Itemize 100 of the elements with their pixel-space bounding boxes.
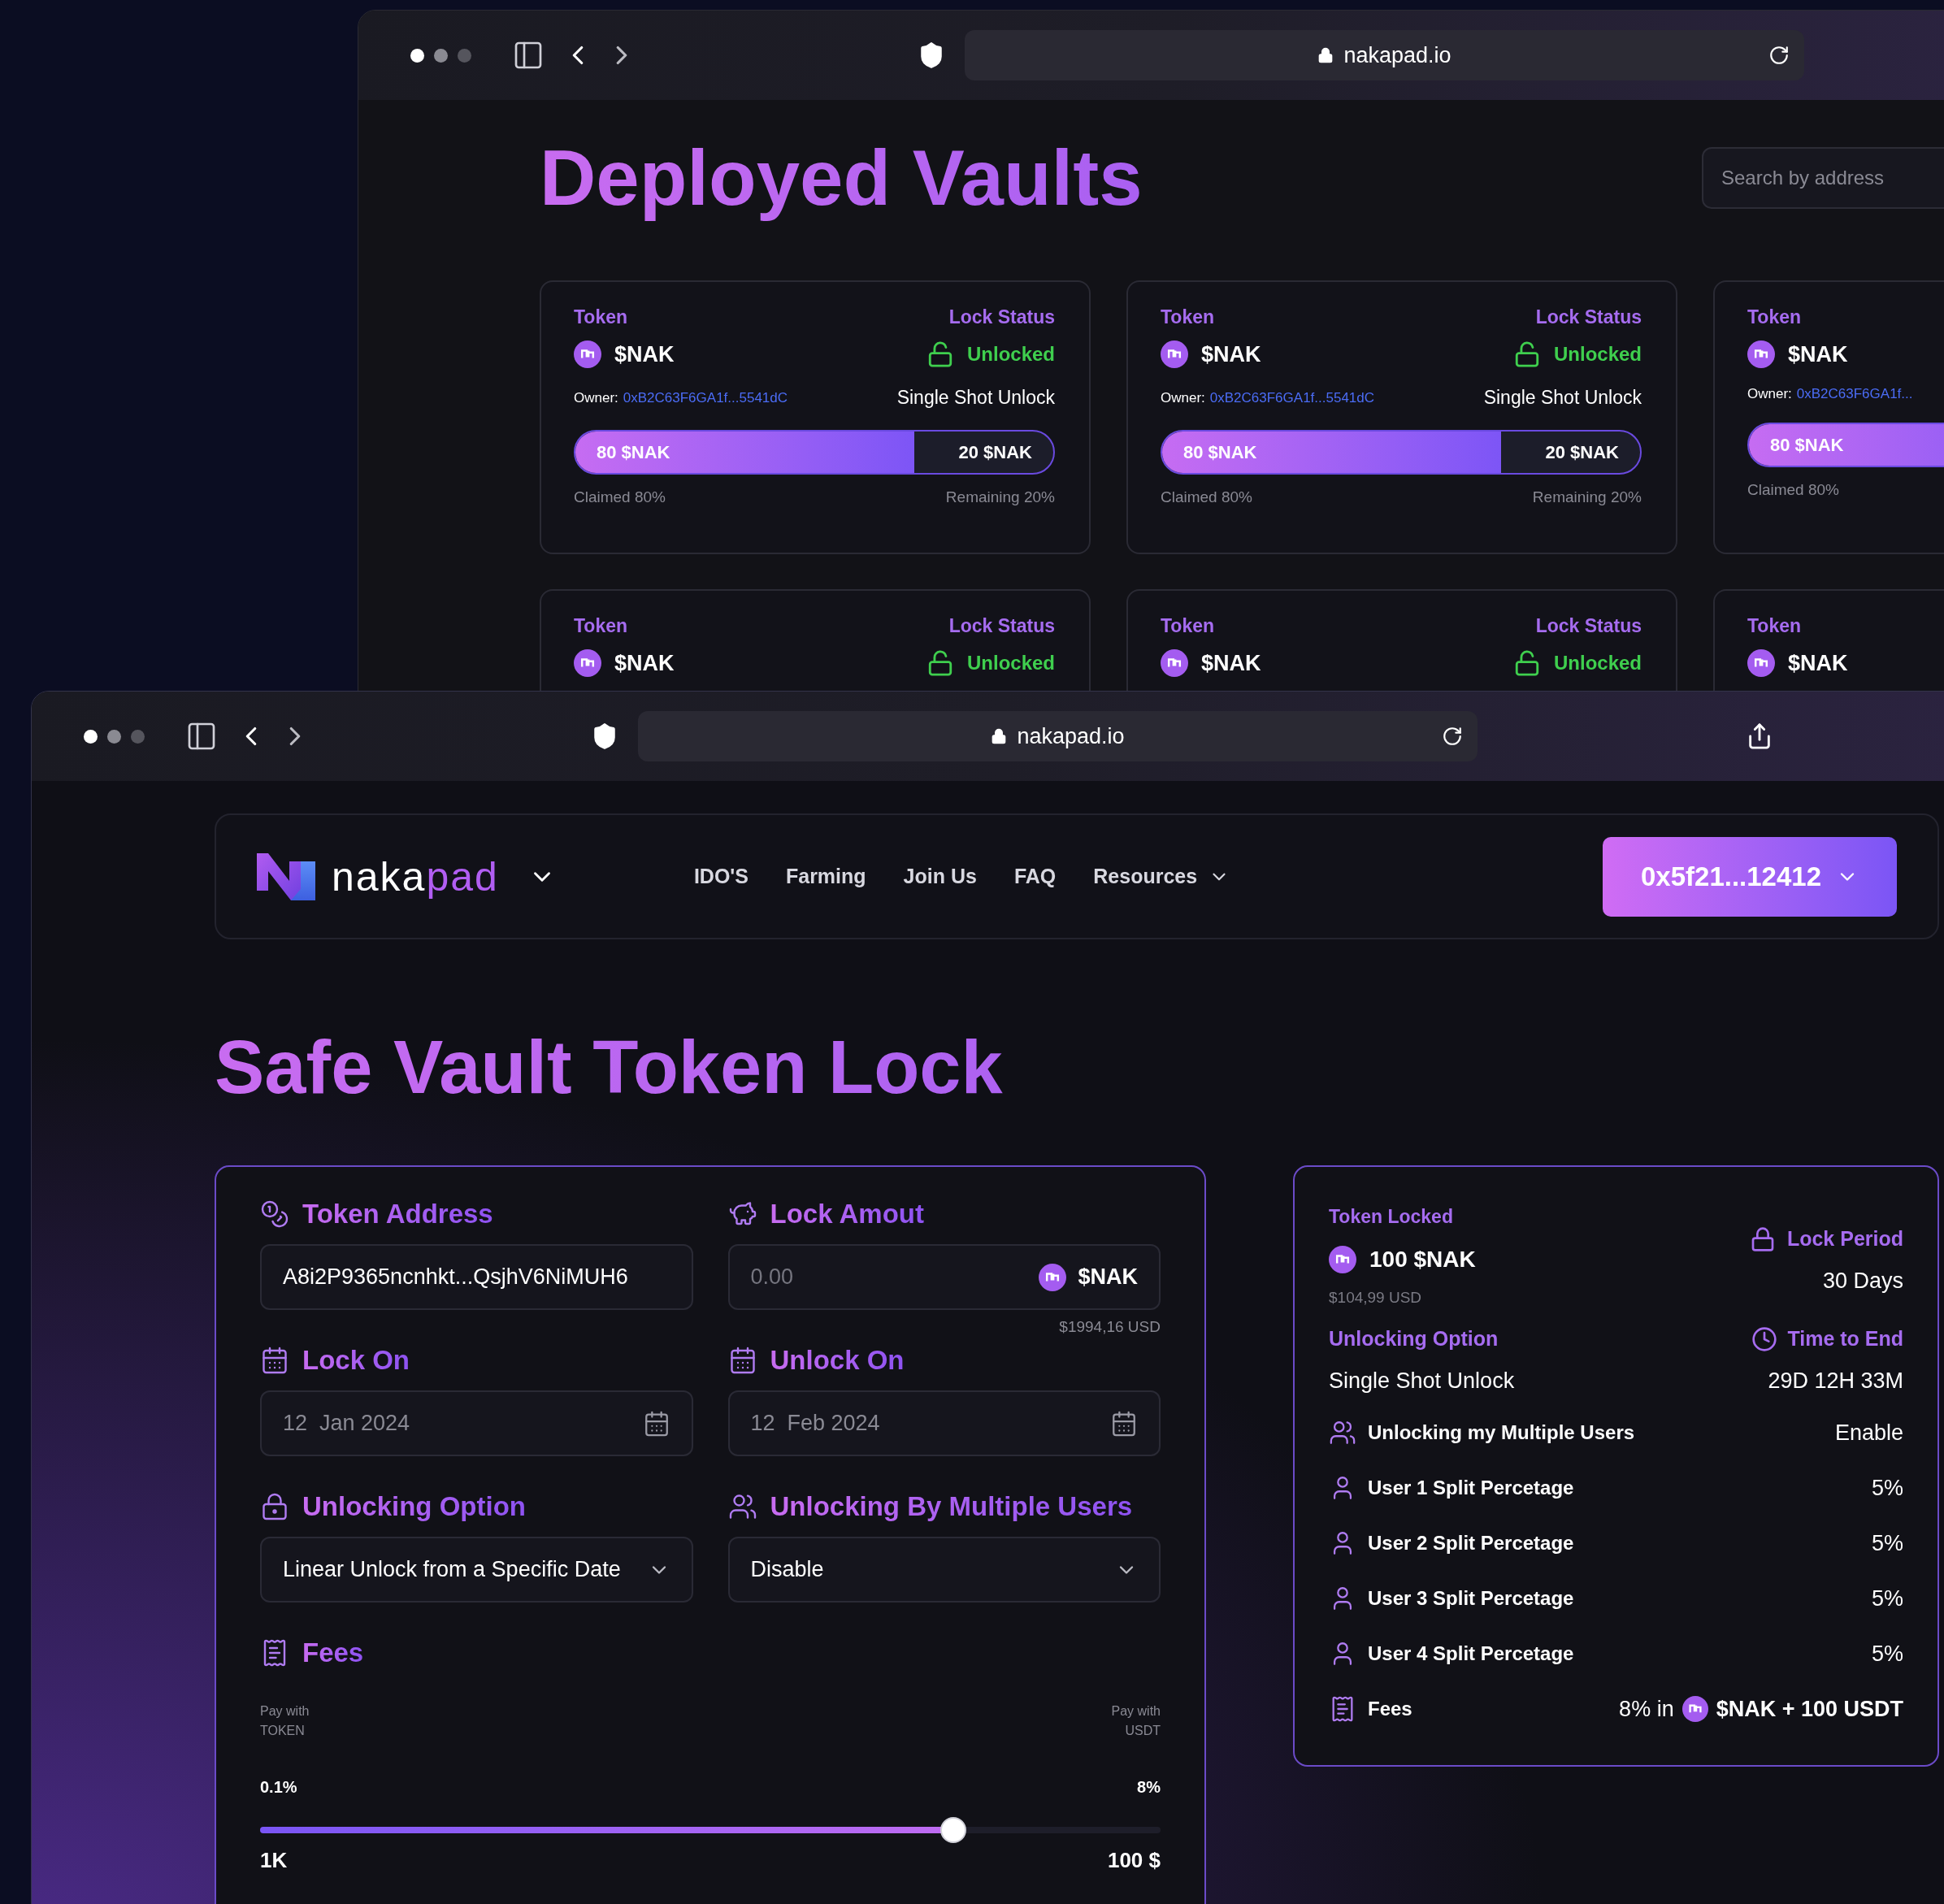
token-symbol: $NAK [1078,1264,1138,1291]
summary-label: User 1 Split Percetage [1368,1476,1574,1500]
wallet-button[interactable]: 0x5f21...12412 [1603,836,1897,917]
calendar-icon[interactable] [1110,1409,1138,1438]
dropdown[interactable]: Linear Unlock from a Specific Date [260,1537,693,1603]
token-symbol: $NAK [614,649,675,677]
token-icon [1681,1696,1708,1722]
unlock-type: Single Shot Unlock [896,386,1055,410]
reload-icon[interactable] [1442,726,1463,747]
summary-value: 5% [1871,1474,1903,1502]
token-icon [1161,340,1188,368]
fee-slider[interactable] [260,1817,1161,1843]
token-address-field[interactable]: A8i2P9365ncnhkt...QsjhV6NiMUH6 [260,1244,693,1310]
max-percent: 8% [1137,1777,1161,1798]
logo-text: nakapad [332,852,499,901]
min-value: 1K [260,1848,288,1872]
nav-link[interactable]: FAQ [1013,861,1057,892]
calendar-icon [260,1346,289,1375]
url-text: nakapad.io [1343,41,1451,69]
token-locked-label: Token Locked [1329,1205,1454,1229]
address-bar[interactable]: nakapad.io [965,30,1804,80]
max-value: 100 $ [1107,1848,1161,1872]
summary-label: User 3 Split Percetage [1368,1586,1574,1611]
fee-token-value: $NAK + 100 USDT [1716,1695,1903,1723]
coins-icon [260,1199,289,1229]
usd-value: $1994,16 USD [1059,1316,1161,1337]
slider-thumb[interactable] [940,1817,967,1843]
token-icon [1747,648,1775,677]
lock-status: Unlocked [966,650,1055,675]
claimed-bar: 80 $NAK [1162,431,1502,473]
nav-link[interactable]: Farming [785,861,866,892]
lock-period: 30 Days [1822,1267,1903,1295]
time-to-end-label: Time to End [1787,1326,1903,1351]
lock-period-label: Lock Period [1786,1226,1903,1251]
lock-icon [991,728,1008,744]
unlocking-option: Single Shot Unlock [1329,1364,1515,1397]
summary-value: 5% [1871,1585,1903,1612]
search-field[interactable]: Search by address [1702,147,1944,209]
token-label: Token [1747,614,1802,638]
owner-label: Owner: [574,388,618,407]
owner-address[interactable]: 0xB2C63F6GA1f...5541dC [623,387,788,408]
token-icon [1039,1263,1067,1291]
claimed-text: Claimed 80% [1161,487,1252,507]
logo-icon [257,852,315,900]
token-symbol: $NAK [1788,649,1848,677]
min-percent: 0.1% [260,1777,297,1798]
dropdown[interactable]: Disable [727,1537,1161,1603]
lock-status-label: Lock Status [1535,306,1642,329]
token-amount: 100 $NAK [1369,1245,1476,1273]
nav-link[interactable]: IDO'S [693,861,749,892]
users-icon [1329,1419,1356,1446]
owner-label: Owner: [1161,388,1205,407]
owner-address[interactable]: 0xB2C63F6GA1f...5541dC [1209,387,1375,408]
token-icon [574,648,601,677]
token-icon [1161,648,1188,677]
amount-field[interactable]: 0.00 [750,1260,995,1294]
clock-icon [1751,1325,1778,1352]
token-label: Token [1747,306,1802,329]
summary-value: Enable [1834,1419,1903,1446]
lock-icon [260,1492,289,1521]
summary-label: User 2 Split Percetage [1368,1531,1574,1555]
users-icon [727,1492,757,1521]
summary-label: User 4 Split Percetage [1368,1642,1574,1666]
token-label: Token [574,306,628,329]
token-label: Token [1161,614,1215,638]
summary-value: 8% in [1619,1695,1674,1723]
lock-status: Unlocked [1553,341,1642,366]
claimed-text: Claimed 80% [1747,479,1839,500]
token-icon [1329,1245,1356,1273]
owner-address[interactable]: 0xB2C63F6GA1f... [1796,384,1913,405]
time-to-end: 29D 12H 33M [1768,1367,1903,1394]
summary-value: 5% [1871,1640,1903,1668]
token-label: Token [1161,306,1215,329]
remaining-amount: 20 $NAK [1545,440,1619,464]
summary-label: Unlocking my Multiple Users [1368,1420,1635,1445]
unlock-type: Single Shot Unlock [1483,386,1642,410]
claimed-bar: 80 $NAK [575,431,915,473]
nav-link[interactable]: Resources [1093,861,1230,892]
lock-status-label: Lock Status [1535,614,1642,638]
summary-label: Fees [1368,1697,1412,1721]
token-symbol: $NAK [1201,340,1261,368]
remaining-text: Remaining 20% [1532,487,1642,507]
nav-link[interactable]: Join Us [903,861,977,892]
token-icon [574,340,601,368]
summary-value: 5% [1871,1529,1903,1557]
token-symbol: $NAK [1788,340,1848,368]
lock-icon [1317,47,1334,63]
token-symbol: $NAK [1201,649,1261,677]
claimed-text: Claimed 80% [574,487,666,507]
lock-status-label: Lock Status [948,306,1055,329]
lock-status: Unlocked [1553,650,1642,675]
reload-icon[interactable] [1768,45,1790,66]
remaining-text: Remaining 20% [945,487,1055,507]
claimed-bar: 80 $NAK [1749,423,1944,466]
address-bar[interactable]: nakapad.io [638,711,1478,761]
lock-status: Unlocked [966,341,1055,366]
url-text: nakapad.io [1017,722,1125,750]
owner-label: Owner: [1747,385,1792,403]
pay-with-token-note: Pay with TOKEN [260,1703,310,1739]
usd-value: $104,99 USD [1329,1287,1423,1308]
